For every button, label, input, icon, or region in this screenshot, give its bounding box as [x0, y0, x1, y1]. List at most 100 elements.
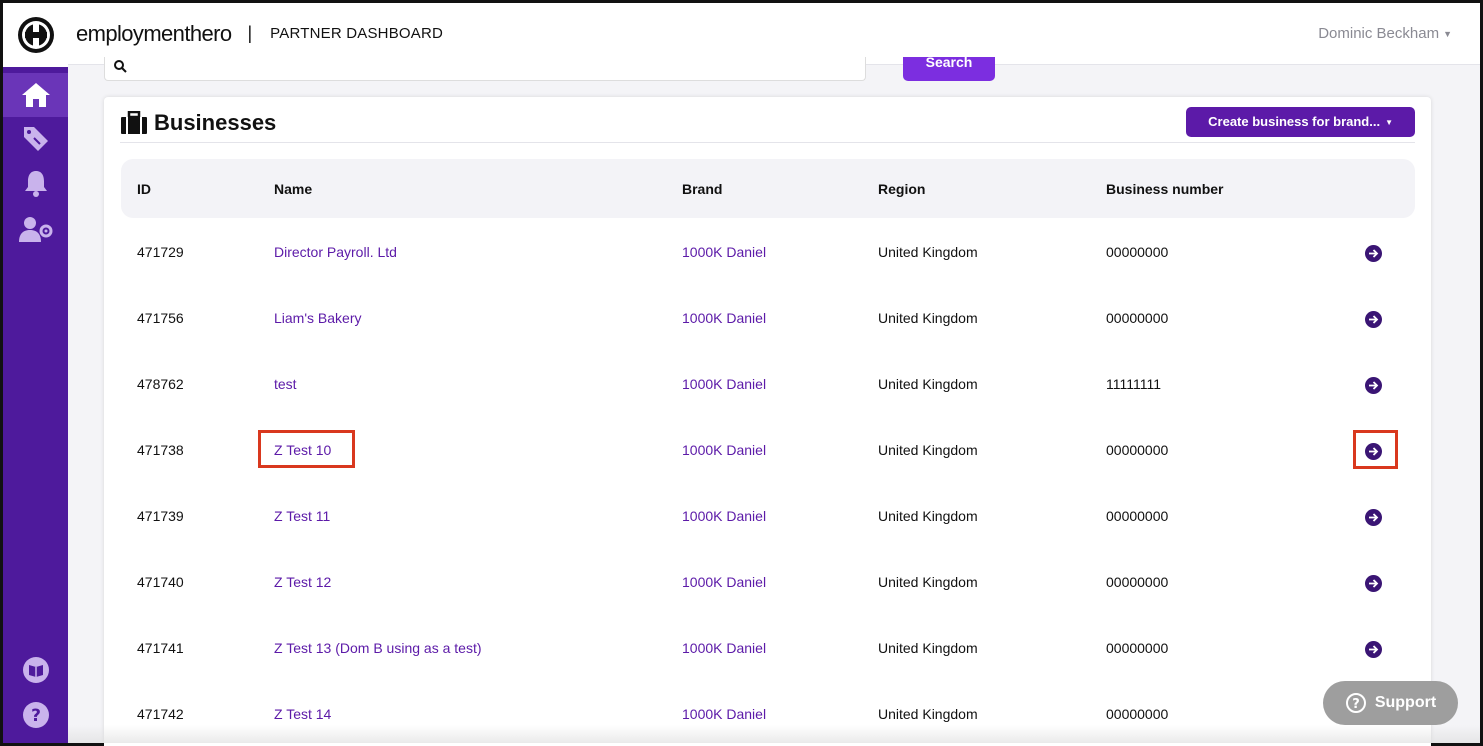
card-title: Businesses [120, 107, 276, 139]
sidebar-item-home[interactable] [3, 73, 68, 117]
cell-business-number: 00000000 [1106, 706, 1169, 722]
cell-region: United Kingdom [878, 244, 978, 260]
cell-business-number: 00000000 [1106, 640, 1169, 656]
column-header-business-number: Business number [1106, 181, 1224, 197]
cell-id: 471738 [137, 442, 184, 458]
open-business-button[interactable] [1365, 641, 1382, 658]
column-header-id: ID [137, 181, 151, 197]
sidebar-item-knowledge[interactable] [3, 648, 68, 692]
sidebar: ? [3, 3, 68, 743]
search-button-label: Search [925, 57, 973, 70]
card-title-text: Businesses [154, 110, 277, 135]
business-name-link[interactable]: Liam's Bakery [274, 308, 361, 328]
user-settings-icon [18, 217, 52, 242]
cell-region: United Kingdom [878, 640, 978, 656]
column-header-brand: Brand [682, 181, 723, 197]
arrow-right-circle-icon [1369, 645, 1379, 654]
table-row: 471739 Z Test 11 1000K Daniel United Kingdo… [121, 506, 1415, 572]
table-row: 471729 Director Payroll. Ltd 1000K Daniel U… [121, 242, 1415, 308]
create-business-label: Create business for brand... [1208, 114, 1381, 129]
cell-id: 471742 [137, 706, 184, 722]
brand-link[interactable]: 1000K Daniel [682, 506, 766, 526]
brand-link[interactable]: 1000K Daniel [682, 308, 766, 328]
search-icon [114, 60, 127, 73]
search-button[interactable]: Search [903, 57, 995, 81]
briefcase-icon [121, 111, 147, 134]
sidebar-item-user-settings[interactable] [3, 207, 68, 251]
app-logo[interactable] [3, 3, 68, 67]
sidebar-item-notifications[interactable] [3, 161, 68, 205]
brand-link[interactable]: 1000K Daniel [682, 374, 766, 394]
chevron-down-icon: ▼ [1443, 29, 1452, 40]
arrow-right-circle-icon [1369, 579, 1379, 588]
highlight-box-name [258, 430, 355, 468]
cell-business-number: 00000000 [1106, 574, 1169, 590]
page-title: PARTNER DASHBOARD [270, 25, 444, 42]
brand-link[interactable]: 1000K Daniel [682, 242, 766, 262]
table-header: ID Name Brand Region Business number [121, 159, 1415, 218]
brand-link[interactable]: 1000K Daniel [682, 638, 766, 658]
employment-hero-logo-icon [17, 17, 54, 53]
cell-region: United Kingdom [878, 508, 978, 524]
table-row: 471756 Liam's Bakery 1000K Daniel United Ki… [121, 308, 1415, 374]
highlight-box-arrow [1353, 430, 1398, 469]
svg-text:?: ? [1352, 697, 1360, 712]
arrow-right-circle-icon [1369, 381, 1379, 390]
business-name-link[interactable]: Z Test 13 (Dom B using as a test) [274, 638, 482, 658]
business-name-link[interactable]: Z Test 14 [274, 704, 331, 724]
brand-link[interactable]: 1000K Daniel [682, 440, 766, 460]
brand-link[interactable]: 1000K Daniel [682, 704, 766, 724]
home-icon [21, 83, 50, 107]
cell-region: United Kingdom [878, 574, 978, 590]
book-icon [22, 657, 49, 683]
cell-region: United Kingdom [878, 376, 978, 392]
search-input[interactable] [104, 57, 866, 81]
cell-id: 471729 [137, 244, 184, 260]
brand-link[interactable]: 1000K Daniel [682, 572, 766, 592]
svg-text:?: ? [31, 706, 41, 726]
business-name-link[interactable]: Director Payroll. Ltd [274, 242, 397, 262]
open-business-button[interactable] [1365, 245, 1382, 262]
cell-business-number: 00000000 [1106, 244, 1169, 260]
user-name: Dominic Beckham [1318, 25, 1440, 42]
cell-id: 471739 [137, 508, 184, 524]
help-icon: ? [22, 702, 49, 728]
card-divider [120, 142, 1415, 143]
open-business-button[interactable] [1365, 377, 1382, 394]
arrow-right-circle-icon [1369, 513, 1379, 522]
help-icon: ? [1345, 693, 1366, 713]
tag-icon [23, 127, 48, 151]
business-name-link[interactable]: Z Test 11 [274, 506, 330, 526]
cell-id: 471741 [137, 640, 184, 656]
user-menu[interactable]: Dominic Beckham ▼ [1318, 25, 1452, 42]
brand-name: employmenthero [76, 20, 232, 46]
business-name-link[interactable]: test [274, 374, 297, 394]
sidebar-item-help[interactable]: ? [3, 693, 68, 737]
cell-business-number: 11111111 [1106, 376, 1162, 392]
chevron-down-icon: ▼ [1385, 117, 1393, 127]
open-business-button[interactable] [1365, 311, 1382, 328]
cell-business-number: 00000000 [1106, 442, 1169, 458]
cell-id: 471756 [137, 310, 184, 326]
cell-business-number: 00000000 [1106, 310, 1169, 326]
business-name-link[interactable]: Z Test 12 [274, 572, 331, 592]
column-header-name: Name [274, 181, 313, 197]
sidebar-item-tags[interactable] [3, 116, 68, 160]
cell-region: United Kingdom [878, 442, 978, 458]
open-business-button[interactable] [1365, 509, 1382, 526]
cell-region: United Kingdom [878, 310, 978, 326]
support-button[interactable]: ? Support [1323, 681, 1458, 725]
open-business-button[interactable] [1365, 575, 1382, 592]
column-header-region: Region [878, 181, 926, 197]
bottom-fade [68, 725, 1480, 743]
top-header: employmenthero | PARTNER DASHBOARD Domin… [68, 3, 1480, 65]
arrow-right-circle-icon [1369, 249, 1379, 258]
businesses-card: Businesses Create business for brand... ▼… [104, 97, 1431, 746]
cell-id: 478762 [137, 376, 184, 392]
support-label: Support [1374, 694, 1437, 711]
header-separator: | [247, 23, 253, 43]
table-row: 471740 Z Test 12 1000K Daniel United Kingdo… [121, 572, 1415, 638]
cell-business-number: 00000000 [1106, 508, 1169, 524]
table-row: 471741 Z Test 13 (Dom B using as a test) 1… [121, 638, 1415, 704]
create-business-button[interactable]: Create business for brand... ▼ [1186, 107, 1415, 137]
